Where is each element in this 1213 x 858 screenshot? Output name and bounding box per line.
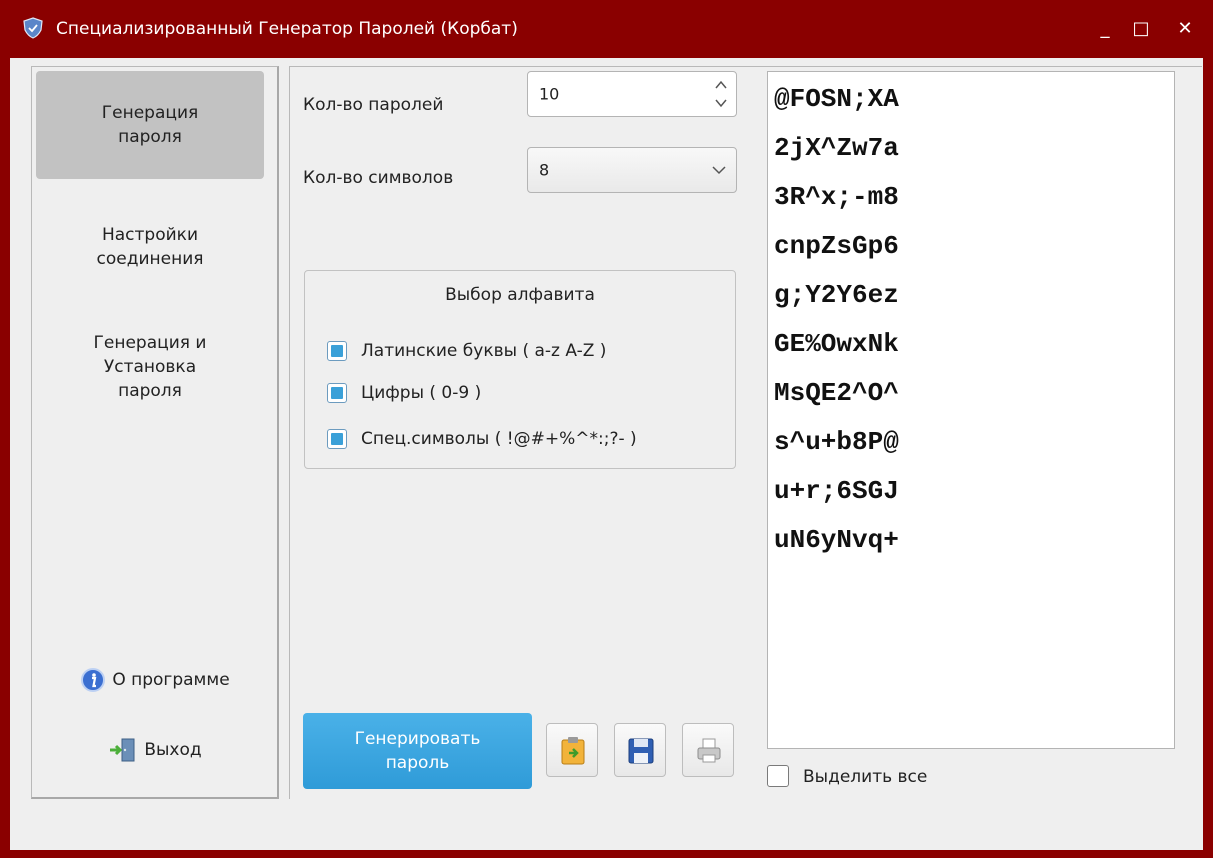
sidebar-item-label: Генерация и Установка пароля xyxy=(93,333,207,401)
exit-button[interactable]: Выход xyxy=(32,737,278,763)
select-all-label: Выделить все xyxy=(803,767,928,787)
password-item[interactable]: 2jX^Zw7a xyxy=(774,133,899,163)
password-item[interactable]: GE%OwxNk xyxy=(774,329,899,359)
exit-label: Выход xyxy=(144,740,202,760)
generation-panel: Кол-во паролей 10 Кол-во символов 8 Выбо… xyxy=(289,66,1202,799)
copy-button[interactable] xyxy=(546,723,598,777)
chevron-down-icon xyxy=(712,166,726,175)
client-area: Генерация пароля Настройки соединения Ге… xyxy=(10,58,1203,850)
checkbox-box[interactable] xyxy=(767,765,789,787)
about-button[interactable]: О программе xyxy=(32,667,278,693)
password-count-label: Кол-во паролей xyxy=(303,95,444,115)
close-button[interactable]: ✕ xyxy=(1170,14,1200,44)
floppy-icon xyxy=(628,738,654,764)
printer-icon xyxy=(697,738,721,763)
password-item[interactable]: MsQE2^O^ xyxy=(774,378,899,408)
save-button[interactable] xyxy=(614,723,666,777)
password-item[interactable]: 3R^x;-m8 xyxy=(774,182,899,212)
print-button[interactable] xyxy=(682,723,734,777)
window-title: Специализированный Генератор Паролей (Ко… xyxy=(56,19,518,39)
alphabet-groupbox: Выбор алфавита Латинские буквы ( a-z A-Z… xyxy=(304,270,736,469)
info-icon xyxy=(81,668,106,692)
password-item[interactable]: uN6yNvq+ xyxy=(774,525,899,555)
password-item[interactable]: cnpZsGp6 xyxy=(774,231,899,261)
checkbox-label: Спец.символы ( !@#+%^*:;?- ) xyxy=(361,429,637,449)
checkbox-box[interactable] xyxy=(327,383,347,403)
password-item[interactable]: @FOSN;XA xyxy=(774,84,899,114)
app-shield-icon xyxy=(23,17,43,39)
clipboard-icon xyxy=(561,737,585,765)
symbol-count-select[interactable]: 8 xyxy=(527,147,737,193)
password-item[interactable]: s^u+b8P@ xyxy=(774,427,899,457)
checkbox-label: Цифры ( 0-9 ) xyxy=(361,383,482,403)
alphabet-title: Выбор алфавита xyxy=(445,285,595,305)
app-window: Специализированный Генератор Паролей (Ко… xyxy=(0,0,1213,858)
sidebar-item-connection-settings[interactable]: Настройки соединения xyxy=(36,223,264,283)
password-item[interactable]: g;Y2Y6ez xyxy=(774,280,899,310)
symbol-count-value: 8 xyxy=(539,160,550,180)
symbol-count-label: Кол-во символов xyxy=(303,168,454,188)
sidebar-item-label: Настройки соединения xyxy=(96,225,204,269)
generated-passwords-list[interactable]: @FOSN;XA 2jX^Zw7a 3R^x;-m8 cnpZsGp6 g;Y2Y6ez… xyxy=(767,71,1175,749)
maximize-button[interactable]: □ xyxy=(1126,14,1156,44)
sidebar: Генерация пароля Настройки соединения Ге… xyxy=(31,66,279,799)
sidebar-item-label: Генерация пароля xyxy=(101,103,199,147)
minimize-button[interactable]: _ xyxy=(1090,14,1120,44)
exit-door-icon xyxy=(110,738,135,762)
sidebar-item-generate-and-install[interactable]: Генерация и Установка пароля xyxy=(36,331,264,415)
checkbox-box[interactable] xyxy=(327,341,347,361)
about-label: О программе xyxy=(112,670,230,690)
password-count-value: 10 xyxy=(539,84,560,104)
spin-arrows-icon[interactable] xyxy=(714,76,728,112)
password-item[interactable]: u+r;6SGJ xyxy=(774,476,899,506)
checkbox-label: Латинские буквы ( a-z A-Z ) xyxy=(361,341,607,361)
password-count-spinbox[interactable]: 10 xyxy=(527,71,737,117)
generate-password-button[interactable]: Генерировать пароль xyxy=(303,713,532,789)
sidebar-item-password-generation[interactable]: Генерация пароля xyxy=(36,71,264,179)
checkbox-box[interactable] xyxy=(327,429,347,449)
title-bar[interactable]: Специализированный Генератор Паролей (Ко… xyxy=(0,0,1213,58)
